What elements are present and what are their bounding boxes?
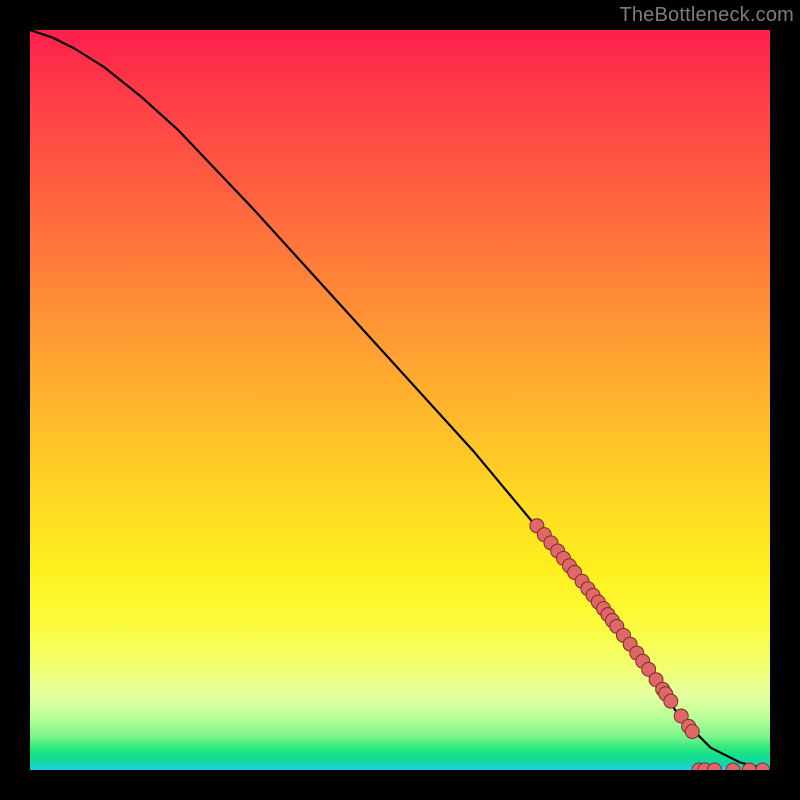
overlay-svg	[30, 30, 770, 770]
data-marker	[708, 763, 722, 770]
data-marker	[664, 694, 678, 708]
chart-frame: TheBottleneck.com	[0, 0, 800, 800]
data-markers	[530, 519, 770, 770]
data-marker	[726, 763, 740, 770]
plot-area	[30, 30, 770, 770]
curve-line	[30, 30, 770, 770]
data-marker	[756, 763, 770, 770]
data-marker	[685, 725, 699, 739]
attribution-label: TheBottleneck.com	[619, 4, 794, 27]
